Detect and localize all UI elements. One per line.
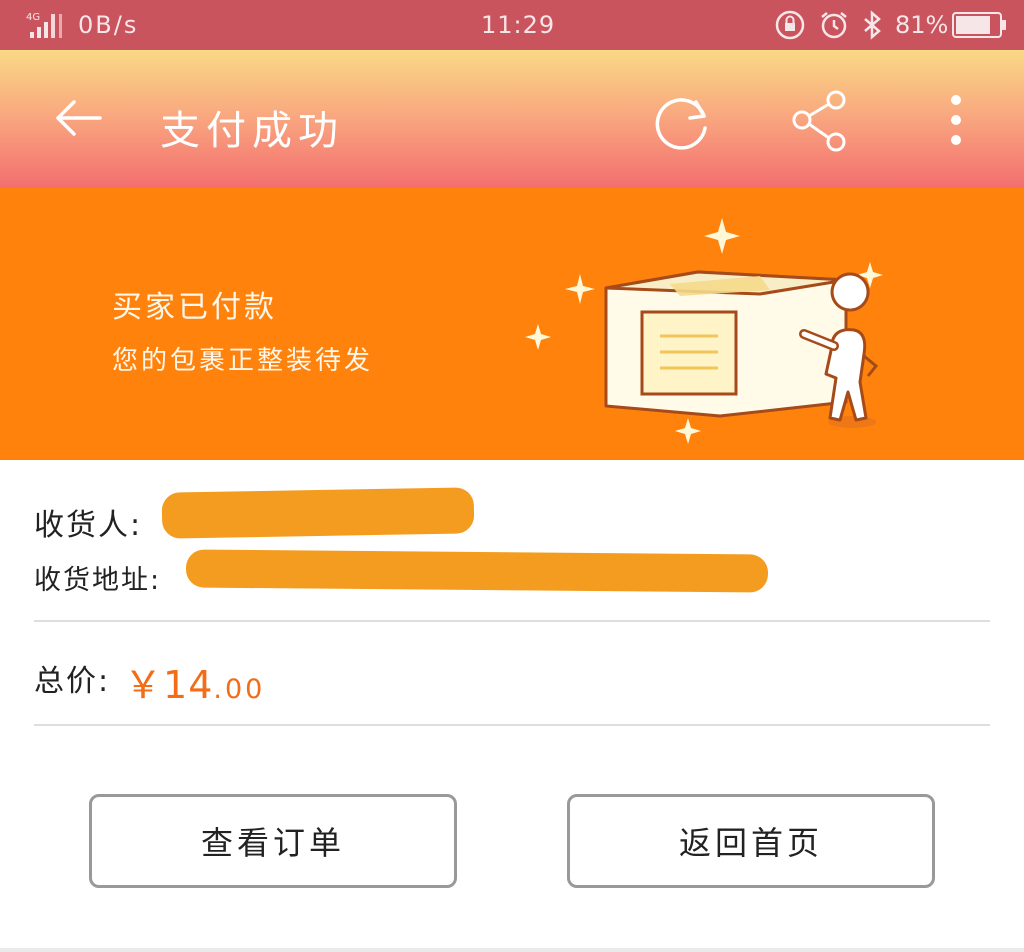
rotation-lock-icon [775,10,805,40]
network-speed: 0B/s [78,11,139,39]
back-home-button[interactable]: 返回首页 [567,794,935,888]
price-decimal: .00 [213,674,266,705]
recipient-label: 收货人: [34,508,143,543]
recipient-redaction [161,487,475,539]
app-bar: 支付成功 [0,50,1024,188]
alarm-icon [821,12,847,39]
currency-symbol: ￥ [124,663,164,707]
view-order-button[interactable]: 查看订单 [89,794,457,888]
total-label: 总价: [34,664,111,699]
battery-percent: 81% [895,11,949,39]
page-title: 支付成功 [160,108,344,154]
address-redaction [185,549,769,593]
divider [34,724,990,726]
bluetooth-icon [864,10,881,40]
package-illustration-icon [525,218,883,444]
svg-text:4G: 4G [26,12,40,23]
payment-status-banner: 买家已付款 您的包裹正整装待发 [0,188,1024,460]
divider [34,620,990,622]
clock: 11:29 [481,11,556,39]
share-icon[interactable] [784,86,856,158]
buyer-paid-text: 买家已付款 [112,290,277,325]
refresh-icon[interactable] [646,86,718,158]
status-bar: 4G 0B/s 11:29 81% [0,0,1024,50]
address-label: 收货地址: [34,565,162,596]
back-arrow-icon[interactable] [52,98,104,138]
signal-4g-icon: 4G [26,12,62,38]
bottom-divider [0,948,1024,952]
more-vertical-icon[interactable] [920,86,992,158]
total-price: ￥14.00 [124,654,265,709]
battery-icon [952,12,1006,38]
price-integer: 14 [163,663,214,707]
package-preparing-text: 您的包裹正整装待发 [112,346,374,376]
